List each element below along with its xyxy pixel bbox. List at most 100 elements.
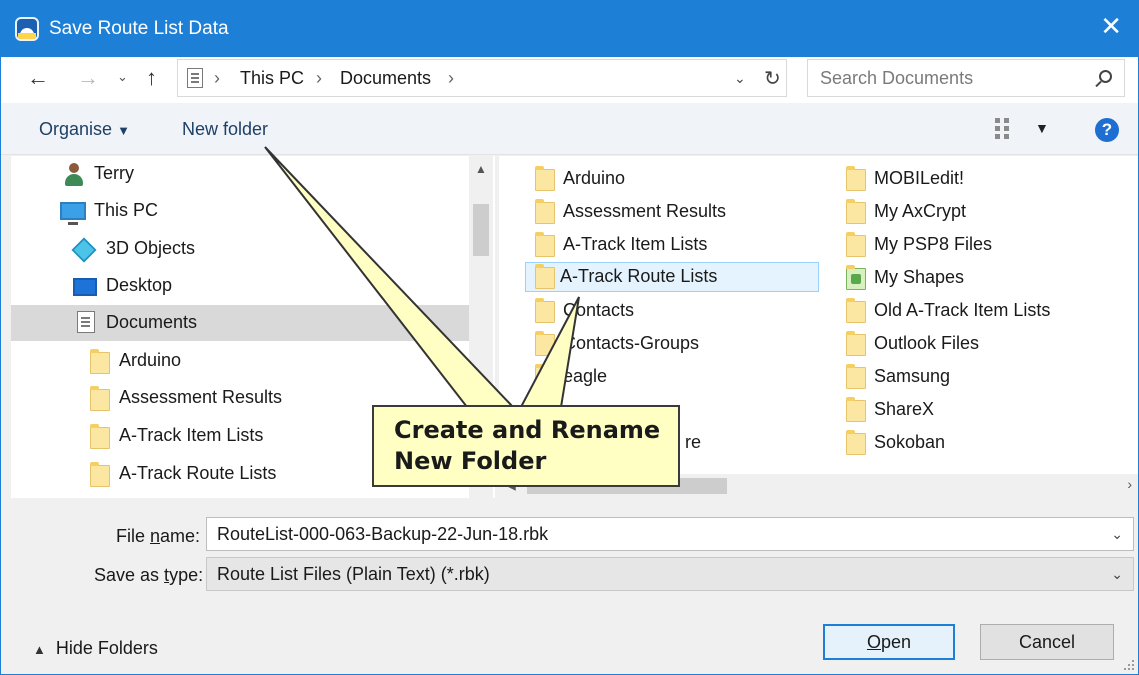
- breadcrumb-this-pc[interactable]: This PC: [240, 68, 304, 89]
- folder-icon: [90, 349, 110, 374]
- file-name-label: File name:: [116, 526, 201, 546]
- 3d-objects-icon: [71, 237, 97, 263]
- file-item-label: Outlook Files: [874, 333, 980, 353]
- save-as-type-label: Save as type:: [94, 565, 204, 585]
- folder-icon: [535, 166, 555, 191]
- file-item-my-shapes[interactable]: My Shapes: [838, 263, 1118, 293]
- save-as-type-select[interactable]: Route List Files (Plain Text) (*.rbk) ⌄: [206, 557, 1134, 591]
- view-options-icon[interactable]: [995, 118, 1021, 140]
- file-item-label: A-Track Item Lists: [563, 234, 708, 254]
- cancel-button[interactable]: Cancel: [980, 624, 1114, 660]
- folder-icon: [90, 462, 110, 487]
- hide-folders-button[interactable]: ▲ Hide Folders: [33, 638, 158, 659]
- file-item-label: Assessment Results: [563, 201, 727, 221]
- new-folder-button[interactable]: New folder: [182, 119, 268, 140]
- folder-icon: [846, 232, 866, 257]
- breadcrumb-chevron-icon[interactable]: ›: [316, 68, 322, 89]
- help-icon[interactable]: ?: [1095, 118, 1119, 142]
- nav-item-terry[interactable]: Terry: [11, 156, 469, 192]
- nav-item-3d-objects[interactable]: 3D Objects: [11, 231, 469, 267]
- folder-icon: [846, 331, 866, 356]
- breadcrumb-chevron-icon[interactable]: ›: [448, 68, 454, 89]
- file-item-label: A-Track Route Lists: [560, 266, 718, 286]
- command-toolbar: Organise ▼ New folder ▼ ?: [1, 103, 1138, 155]
- file-item-label: Sokoban: [874, 432, 946, 452]
- file-item-mobiledit[interactable]: MOBILedit!: [838, 164, 1118, 194]
- nav-item-desktop[interactable]: Desktop: [11, 268, 469, 304]
- close-button[interactable]: ✕: [1100, 13, 1122, 39]
- open-button[interactable]: Open: [823, 624, 955, 660]
- nav-item-arduino[interactable]: Arduino: [11, 343, 469, 379]
- refresh-icon[interactable]: ↻: [764, 66, 781, 91]
- nav-item-label: Desktop: [106, 275, 173, 295]
- folder-icon: [846, 199, 866, 224]
- nav-item-label: Arduino: [119, 350, 182, 370]
- file-item-eagle[interactable]: eagle: [527, 362, 817, 392]
- file-item-my-axcrypt[interactable]: My AxCrypt: [838, 197, 1118, 227]
- search-placeholder: Search Documents: [820, 68, 974, 88]
- nav-item-documents[interactable]: Documents: [11, 305, 469, 341]
- up-arrow-icon[interactable]: ↑: [146, 65, 157, 91]
- file-item-a-track-route-lists[interactable]: A-Track Route Lists: [525, 262, 819, 292]
- nav-item-label: This PC: [94, 200, 159, 220]
- folder-icon: [846, 166, 866, 191]
- file-name-value: RouteList-000-063-Backup-22-Jun-18.rbk: [217, 524, 549, 544]
- file-item-outlook-files[interactable]: Outlook Files: [838, 329, 1118, 359]
- folder-icon: [90, 424, 110, 449]
- folder-icon: [535, 199, 555, 224]
- address-dropdown-icon[interactable]: ⌄: [734, 70, 746, 87]
- folder-icon: [90, 386, 110, 411]
- chevron-up-icon: ▲: [33, 642, 46, 657]
- callout-box: Create and Rename New Folder: [372, 405, 680, 487]
- folder-icon: [846, 430, 866, 455]
- breadcrumb-chevron-icon[interactable]: ›: [214, 68, 220, 89]
- file-item-label-fragment: re: [685, 432, 702, 452]
- file-item-samsung[interactable]: Samsung: [838, 362, 1118, 392]
- scroll-up-arrow-icon[interactable]: ▲: [475, 162, 487, 176]
- file-item-sharex[interactable]: ShareX: [838, 395, 1118, 425]
- search-input[interactable]: Search Documents: [807, 59, 1125, 97]
- nav-item-label: Terry: [94, 163, 134, 183]
- file-item-label: ShareX: [874, 399, 935, 419]
- pc-icon: [60, 202, 86, 225]
- breadcrumb-documents[interactable]: Documents: [340, 68, 431, 89]
- file-item-sokoban[interactable]: Sokoban: [838, 428, 1118, 458]
- file-item-arduino[interactable]: Arduino: [527, 164, 817, 194]
- documents-icon: [77, 311, 95, 333]
- scrollbar-thumb[interactable]: [473, 204, 489, 256]
- file-item-my-psp8-files[interactable]: My PSP8 Files: [838, 230, 1118, 260]
- file-item-label: MOBILedit!: [874, 168, 965, 188]
- desktop-icon: [73, 278, 97, 296]
- chevron-down-icon[interactable]: ⌄: [1111, 526, 1123, 543]
- file-item-label: Samsung: [874, 366, 951, 386]
- chevron-down-icon[interactable]: ⌄: [1111, 566, 1123, 583]
- file-item-contacts-groups[interactable]: Contacts-Groups: [527, 329, 817, 359]
- recent-locations-chevron-icon[interactable]: ⌄: [117, 69, 128, 85]
- organise-menu[interactable]: Organise ▼: [39, 119, 130, 140]
- folder-icon: [535, 232, 555, 257]
- address-bar[interactable]: › This PC › Documents › ⌄ ↻: [177, 59, 787, 97]
- nav-item-this-pc[interactable]: This PC: [11, 193, 469, 229]
- file-item-old-a-track-item-lists[interactable]: Old A-Track Item Lists: [838, 296, 1118, 326]
- forward-arrow-icon[interactable]: →: [77, 65, 99, 91]
- file-item-assessment-results[interactable]: Assessment Results: [527, 197, 817, 227]
- nav-item-label: Documents: [106, 312, 198, 332]
- file-name-field[interactable]: RouteList-000-063-Backup-22-Jun-18.rbk ⌄: [206, 517, 1134, 551]
- organise-dropdown-icon: ▼: [117, 123, 130, 138]
- scroll-right-arrow-icon[interactable]: ›: [1127, 476, 1132, 492]
- file-item-label: Contacts: [563, 300, 635, 320]
- folder-icon: [535, 364, 555, 389]
- nav-item-label: A-Track Route Lists: [119, 463, 277, 483]
- window-title: Save Route List Data: [49, 18, 229, 39]
- file-item-contacts[interactable]: Contacts: [527, 296, 817, 326]
- folder-icon: [535, 331, 555, 356]
- search-icon[interactable]: [1099, 70, 1112, 83]
- hide-folders-label: Hide Folders: [55, 638, 158, 658]
- back-arrow-icon[interactable]: ←: [27, 65, 49, 91]
- file-item-a-track-item-lists[interactable]: A-Track Item Lists: [527, 230, 817, 260]
- file-item-label: Old A-Track Item Lists: [874, 300, 1051, 320]
- shapes-folder-icon: [846, 265, 866, 290]
- title-bar: Save Route List Data ✕: [1, 1, 1138, 57]
- view-dropdown-icon[interactable]: ▼: [1035, 120, 1049, 136]
- resize-grip-icon[interactable]: [1124, 660, 1134, 670]
